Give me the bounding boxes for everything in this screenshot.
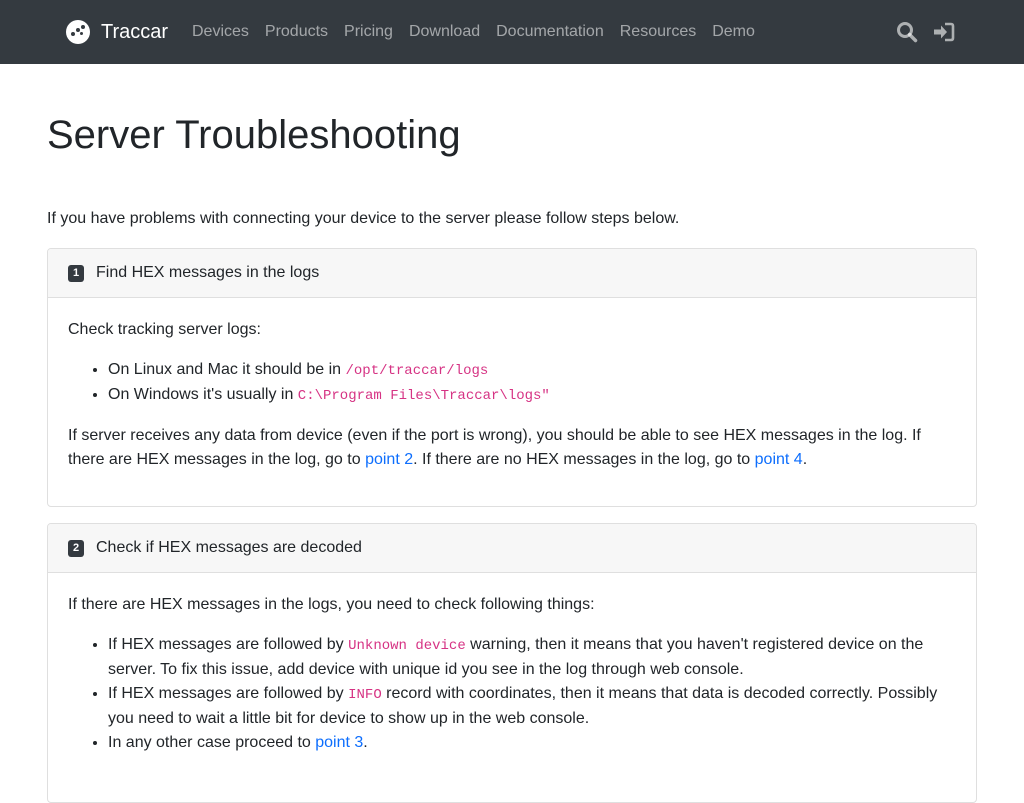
brand-name: Traccar [101, 20, 169, 43]
list-item: In any other case proceed to point 3. [108, 731, 956, 755]
list-item: If HEX messages are followed by INFO rec… [108, 682, 956, 731]
step-card-body: Check tracking server logs: On Linux and… [48, 298, 976, 506]
paragraph-text: . If there are no HEX messages in the lo… [413, 451, 755, 468]
step-lead: Check tracking server logs: [68, 321, 261, 338]
nav-link-demo[interactable]: Demo [704, 21, 763, 43]
search-icon[interactable] [895, 20, 919, 44]
brand-link[interactable]: Traccar [66, 19, 168, 45]
step-card-header: 2 Check if HEX messages are decoded [48, 524, 976, 573]
windows-log-path: C:\Program Files\Traccar\logs" [297, 388, 550, 404]
info-code: INFO [348, 687, 382, 703]
list-item: On Linux and Mac it should be in /opt/tr… [108, 358, 956, 383]
list-item-text: . [363, 734, 368, 751]
nav-link-documentation[interactable]: Documentation [488, 21, 612, 43]
step-explanation: If server receives any data from device … [68, 424, 956, 472]
log-locations-list: On Linux and Mac it should be in /opt/tr… [68, 358, 956, 408]
nav-link-resources[interactable]: Resources [612, 21, 704, 43]
link-point-3[interactable]: point 3 [315, 734, 363, 751]
step-card-2: 2 Check if HEX messages are decoded If t… [47, 523, 977, 803]
list-item-text: On Windows it's usually in [108, 386, 298, 403]
main-nav: Devices Products Pricing Download Docume… [184, 21, 763, 43]
list-item-text: If HEX messages are followed by [108, 685, 349, 702]
list-item: On Windows it's usually in C:\Program Fi… [108, 383, 956, 408]
nav-link-devices[interactable]: Devices [184, 21, 257, 43]
nav-link-products[interactable]: Products [257, 21, 336, 43]
step-title: Find HEX messages in the logs [96, 264, 320, 281]
step-number-badge: 1 [68, 264, 84, 282]
step-title: Check if HEX messages are decoded [96, 539, 362, 556]
link-point-4[interactable]: point 4 [755, 451, 803, 468]
step-card-1: 1 Find HEX messages in the logs Check tr… [47, 248, 977, 507]
list-item-text: On Linux and Mac it should be in [108, 361, 346, 378]
checks-list: If HEX messages are followed by Unknown … [68, 633, 956, 755]
list-item: If HEX messages are followed by Unknown … [108, 633, 956, 682]
page-title: Server Troubleshooting [47, 113, 461, 157]
intro-text: If you have problems with connecting you… [47, 210, 680, 227]
step-number-badge: 2 [68, 539, 84, 557]
linux-log-path: /opt/traccar/logs [345, 363, 489, 379]
nav-actions [895, 20, 956, 44]
nav-link-download[interactable]: Download [401, 21, 488, 43]
paragraph-text: . [802, 451, 808, 468]
list-item-text: If HEX messages are followed by [108, 636, 349, 653]
nav-link-pricing[interactable]: Pricing [336, 21, 401, 43]
sign-in-icon[interactable] [932, 20, 956, 44]
step-lead: If there are HEX messages in the logs, y… [68, 596, 595, 613]
list-item-text: In any other case proceed to [108, 734, 316, 751]
traccar-logo-icon [66, 20, 90, 44]
unknown-device-code: Unknown device [348, 638, 466, 654]
link-point-2[interactable]: point 2 [365, 451, 413, 468]
top-navbar: Traccar Devices Products Pricing Downloa… [0, 0, 1024, 64]
step-card-header: 1 Find HEX messages in the logs [48, 249, 976, 298]
step-card-body: If there are HEX messages in the logs, y… [48, 573, 976, 791]
